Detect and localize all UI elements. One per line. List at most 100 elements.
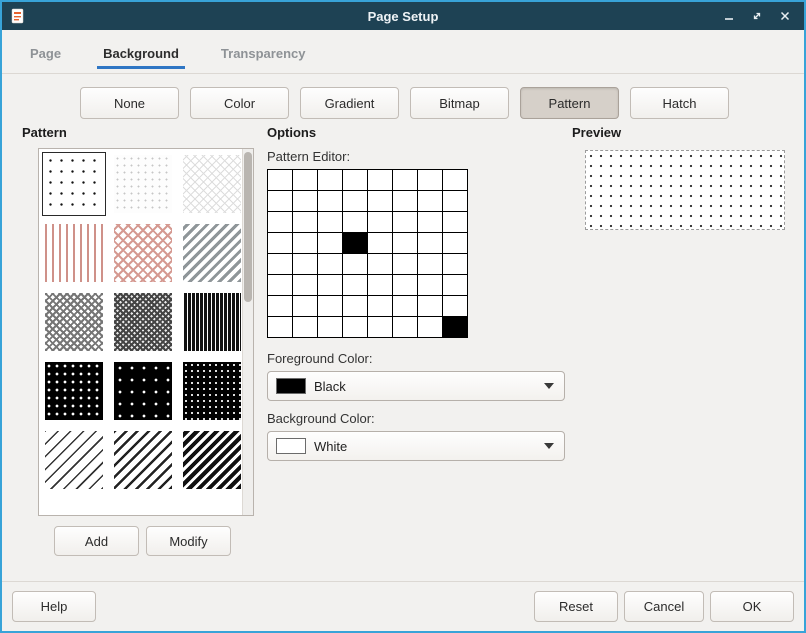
background-color-dropdown[interactable]: White xyxy=(267,431,565,461)
pattern-editor-cell[interactable] xyxy=(268,233,292,253)
pattern-editor-cell[interactable] xyxy=(318,254,342,274)
foreground-color-dropdown[interactable]: Black xyxy=(267,371,565,401)
pattern-editor-cell[interactable] xyxy=(293,212,317,232)
pattern-editor-cell[interactable] xyxy=(393,317,417,337)
fill-pattern-button[interactable]: Pattern xyxy=(520,87,619,119)
pattern-editor-cell[interactable] xyxy=(393,212,417,232)
fill-color-button[interactable]: Color xyxy=(190,87,289,119)
pattern-editor-cell[interactable] xyxy=(443,254,467,274)
pattern-editor-cell[interactable] xyxy=(418,275,442,295)
pattern-editor-cell[interactable] xyxy=(343,233,367,253)
pattern-editor-cell[interactable] xyxy=(368,317,392,337)
pattern-swatch-black-white-dots-sparse[interactable] xyxy=(111,359,175,423)
pattern-editor-cell[interactable] xyxy=(293,275,317,295)
pattern-list[interactable] xyxy=(38,148,254,516)
pattern-swatch-diamond-red[interactable] xyxy=(111,221,175,285)
add-button[interactable]: Add xyxy=(54,526,139,556)
pattern-editor-cell[interactable] xyxy=(393,296,417,316)
pattern-editor-cell[interactable] xyxy=(443,296,467,316)
pattern-editor-cell[interactable] xyxy=(343,296,367,316)
pattern-swatch-black-white-dots-fine[interactable] xyxy=(180,359,244,423)
pattern-swatch-dots-sparse[interactable] xyxy=(42,152,106,216)
pattern-editor-cell[interactable] xyxy=(268,275,292,295)
pattern-editor-cell[interactable] xyxy=(443,233,467,253)
pattern-editor-cell[interactable] xyxy=(293,170,317,190)
pattern-editor-cell[interactable] xyxy=(368,296,392,316)
pattern-editor-cell[interactable] xyxy=(368,170,392,190)
pattern-swatch-black-white-dots-coarse[interactable] xyxy=(42,359,106,423)
pattern-editor-cell[interactable] xyxy=(318,191,342,211)
pattern-editor-cell[interactable] xyxy=(418,233,442,253)
pattern-editor-cell[interactable] xyxy=(393,254,417,274)
pattern-editor-cell[interactable] xyxy=(393,233,417,253)
pattern-swatch-dots-faint[interactable] xyxy=(111,152,175,216)
pattern-swatch-diagonal-thin[interactable] xyxy=(42,428,106,492)
pattern-editor-cell[interactable] xyxy=(368,275,392,295)
pattern-editor-cell[interactable] xyxy=(368,212,392,232)
pattern-swatch-hatch-light[interactable] xyxy=(180,152,244,216)
pattern-editor-cell[interactable] xyxy=(368,254,392,274)
tab-transparency[interactable]: Transparency xyxy=(215,46,312,73)
cancel-button[interactable]: Cancel xyxy=(624,591,704,622)
pattern-swatch-stripes-vertical-dark[interactable] xyxy=(180,290,244,354)
pattern-editor-cell[interactable] xyxy=(393,170,417,190)
pattern-editor-cell[interactable] xyxy=(318,233,342,253)
pattern-editor-cell[interactable] xyxy=(268,170,292,190)
pattern-editor-cell[interactable] xyxy=(343,212,367,232)
pattern-editor-cell[interactable] xyxy=(318,275,342,295)
pattern-editor-cell[interactable] xyxy=(343,317,367,337)
pattern-list-scrollbar[interactable] xyxy=(242,149,253,515)
pattern-editor-cell[interactable] xyxy=(418,191,442,211)
pattern-editor-cell[interactable] xyxy=(418,212,442,232)
pattern-editor-cell[interactable] xyxy=(418,170,442,190)
pattern-editor-cell[interactable] xyxy=(343,170,367,190)
pattern-editor-cell[interactable] xyxy=(343,191,367,211)
pattern-swatch-lines-vertical-red[interactable] xyxy=(42,221,106,285)
fill-bitmap-button[interactable]: Bitmap xyxy=(410,87,509,119)
pattern-editor-cell[interactable] xyxy=(343,254,367,274)
pattern-editor-cell[interactable] xyxy=(293,254,317,274)
scrollbar-thumb[interactable] xyxy=(244,152,252,302)
pattern-editor-cell[interactable] xyxy=(293,233,317,253)
pattern-editor-cell[interactable] xyxy=(418,254,442,274)
modify-button[interactable]: Modify xyxy=(146,526,231,556)
pattern-swatch-crosshatch-medium[interactable] xyxy=(42,290,106,354)
pattern-editor-cell[interactable] xyxy=(443,170,467,190)
pattern-editor-cell[interactable] xyxy=(368,233,392,253)
pattern-swatch-diagonal-bold[interactable] xyxy=(180,428,244,492)
pattern-editor-cell[interactable] xyxy=(268,191,292,211)
pattern-editor-cell[interactable] xyxy=(418,317,442,337)
pattern-editor-cell[interactable] xyxy=(318,296,342,316)
close-button[interactable] xyxy=(776,7,794,25)
pattern-editor-cell[interactable] xyxy=(318,170,342,190)
pattern-editor-cell[interactable] xyxy=(268,254,292,274)
pattern-editor-cell[interactable] xyxy=(393,191,417,211)
pattern-editor-cell[interactable] xyxy=(393,275,417,295)
pattern-editor-cell[interactable] xyxy=(418,296,442,316)
pattern-editor-cell[interactable] xyxy=(293,296,317,316)
fill-gradient-button[interactable]: Gradient xyxy=(300,87,399,119)
pattern-editor-cell[interactable] xyxy=(443,317,467,337)
pattern-editor-cell[interactable] xyxy=(443,191,467,211)
fill-hatch-button[interactable]: Hatch xyxy=(630,87,729,119)
minimize-button[interactable] xyxy=(720,7,738,25)
pattern-editor-cell[interactable] xyxy=(443,275,467,295)
pattern-editor-cell[interactable] xyxy=(318,317,342,337)
pattern-editor-cell[interactable] xyxy=(268,212,292,232)
ok-button[interactable]: OK xyxy=(710,591,794,622)
pattern-swatch-diagonal-medium[interactable] xyxy=(111,428,175,492)
pattern-editor-cell[interactable] xyxy=(318,212,342,232)
pattern-editor-cell[interactable] xyxy=(268,296,292,316)
maximize-button[interactable] xyxy=(748,7,766,25)
tab-page[interactable]: Page xyxy=(24,46,67,73)
pattern-editor-cell[interactable] xyxy=(293,317,317,337)
pattern-swatch-crosshatch-dense[interactable] xyxy=(111,290,175,354)
fill-none-button[interactable]: None xyxy=(80,87,179,119)
tab-background[interactable]: Background xyxy=(97,46,185,73)
pattern-editor-cell[interactable] xyxy=(293,191,317,211)
reset-button[interactable]: Reset xyxy=(534,591,618,622)
pattern-swatch-diagonal-gray[interactable] xyxy=(180,221,244,285)
pattern-editor-cell[interactable] xyxy=(343,275,367,295)
help-button[interactable]: Help xyxy=(12,591,96,622)
pattern-editor-cell[interactable] xyxy=(443,212,467,232)
